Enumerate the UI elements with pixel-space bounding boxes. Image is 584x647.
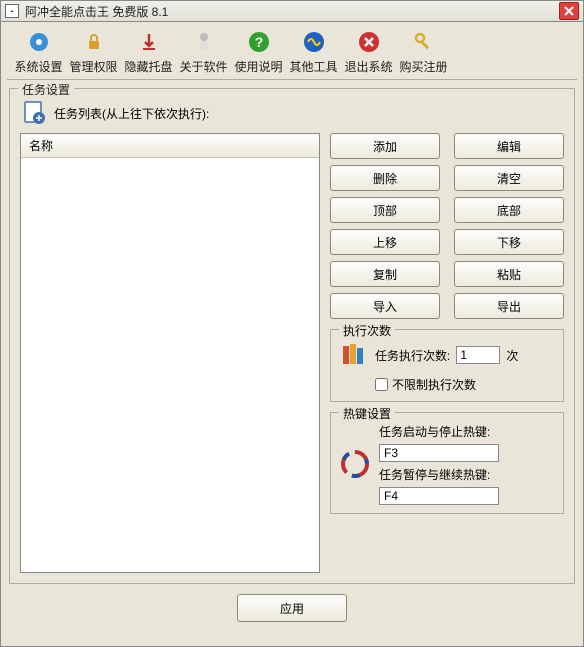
add-button[interactable]: 添加 xyxy=(330,133,440,159)
toolbar-perm[interactable]: 管理权限 xyxy=(66,26,121,77)
copy-button[interactable]: 复制 xyxy=(330,261,440,287)
hotkey-body: 任务启动与停止热键: 任务暂停与继续热键: xyxy=(339,423,555,505)
document-icon xyxy=(20,99,48,127)
tasklist-label: 任务列表(从上往下依次执行): xyxy=(54,105,209,122)
down-button[interactable]: 下移 xyxy=(454,229,564,255)
toolbar-label: 管理权限 xyxy=(69,58,117,75)
paste-button[interactable]: 粘贴 xyxy=(454,261,564,287)
toolbar-sys-settings[interactable]: 系统设置 xyxy=(11,26,66,77)
hotkey-fields: 任务启动与停止热键: 任务暂停与继续热键: xyxy=(379,423,555,505)
import-button[interactable]: 导入 xyxy=(330,293,440,319)
hotkey-legend: 热键设置 xyxy=(339,405,395,422)
other-icon xyxy=(300,28,328,56)
top-button[interactable]: 顶部 xyxy=(330,197,440,223)
task-settings-legend: 任务设置 xyxy=(18,81,74,98)
toolbar-register[interactable]: 购买注册 xyxy=(396,26,451,77)
right-column: 添加 编辑 删除 清空 顶部 底部 上移 下移 复制 粘贴 导入 导出 执行次数 xyxy=(330,133,564,573)
toolbar-help[interactable]: ? 使用说明 xyxy=(231,26,286,77)
toolbar-label: 隐藏托盘 xyxy=(124,58,172,75)
register-icon xyxy=(410,28,438,56)
help-icon: ? xyxy=(245,28,273,56)
task-listbox[interactable]: 名称 xyxy=(20,133,320,573)
rotate-icon xyxy=(339,448,371,480)
hotkey-pause-label: 任务暂停与继续热键: xyxy=(379,466,555,483)
clear-button[interactable]: 清空 xyxy=(454,165,564,191)
hotkey-pause-input[interactable] xyxy=(379,487,499,505)
toolbar-label: 购买注册 xyxy=(399,58,447,75)
titlebar: 阿冲全能点击王 免费版 8.1 xyxy=(0,0,584,22)
exec-row: 任务执行次数: 次 xyxy=(339,340,555,370)
exit-icon xyxy=(355,28,383,56)
close-icon xyxy=(564,6,574,16)
about-icon xyxy=(190,28,218,56)
toolbar-label: 退出系统 xyxy=(344,58,392,75)
hide-tray-icon xyxy=(135,28,163,56)
tasklist-header: 任务列表(从上往下依次执行): xyxy=(20,99,564,127)
toolbar-hide-tray[interactable]: 隐藏托盘 xyxy=(121,26,176,77)
toolbar-label: 使用说明 xyxy=(234,58,282,75)
toolbar-label: 关于软件 xyxy=(179,58,227,75)
toolbar-separator xyxy=(7,79,577,80)
main-row: 名称 添加 编辑 删除 清空 顶部 底部 上移 下移 复制 粘贴 导入 导出 xyxy=(20,133,564,573)
unlimited-label: 不限制执行次数 xyxy=(392,376,476,393)
perm-icon xyxy=(80,28,108,56)
toolbar-label: 系统设置 xyxy=(14,58,62,75)
hotkey-start-input[interactable] xyxy=(379,444,499,462)
unlimited-row: 不限制执行次数 xyxy=(375,376,555,393)
window-title: 阿冲全能点击王 免费版 8.1 xyxy=(25,3,559,20)
up-button[interactable]: 上移 xyxy=(330,229,440,255)
toolbar-other[interactable]: 其他工具 xyxy=(286,26,341,77)
bottom-button[interactable]: 底部 xyxy=(454,197,564,223)
svg-text:?: ? xyxy=(254,34,263,50)
task-settings-group: 任务设置 任务列表(从上往下依次执行): 名称 添加 编辑 删除 清空 顶部 底… xyxy=(9,88,575,584)
exec-count-legend: 执行次数 xyxy=(339,322,395,339)
apply-row: 应用 xyxy=(1,594,583,622)
sys-settings-icon xyxy=(25,28,53,56)
export-button[interactable]: 导出 xyxy=(454,293,564,319)
toolbar-about[interactable]: 关于软件 xyxy=(176,26,231,77)
apply-button[interactable]: 应用 xyxy=(237,594,347,622)
workarea: 系统设置管理权限隐藏托盘关于软件? 使用说明其他工具退出系统购买注册 任务设置 任… xyxy=(0,22,584,647)
hotkey-group: 热键设置 任务启动与停止热键: 任务暂停与继续热键: xyxy=(330,412,564,514)
toolbar-exit[interactable]: 退出系统 xyxy=(341,26,396,77)
toolbar-label: 其他工具 xyxy=(289,58,337,75)
button-grid: 添加 编辑 删除 清空 顶部 底部 上移 下移 复制 粘贴 导入 导出 xyxy=(330,133,564,319)
unlimited-checkbox[interactable] xyxy=(375,378,388,391)
edit-button[interactable]: 编辑 xyxy=(454,133,564,159)
column-header-name[interactable]: 名称 xyxy=(21,134,319,158)
exec-count-group: 执行次数 任务执行次数: 次 不限制执行次数 xyxy=(330,329,564,402)
exec-label: 任务执行次数: xyxy=(375,347,450,364)
toolbar: 系统设置管理权限隐藏托盘关于软件? 使用说明其他工具退出系统购买注册 xyxy=(1,22,583,79)
delete-button[interactable]: 删除 xyxy=(330,165,440,191)
exec-suffix: 次 xyxy=(506,347,518,364)
hotkey-start-label: 任务启动与停止热键: xyxy=(379,423,555,440)
exec-count-input[interactable] xyxy=(456,346,500,364)
system-menu-icon[interactable] xyxy=(5,4,19,18)
book-icon xyxy=(339,340,369,370)
close-button[interactable] xyxy=(559,2,579,20)
